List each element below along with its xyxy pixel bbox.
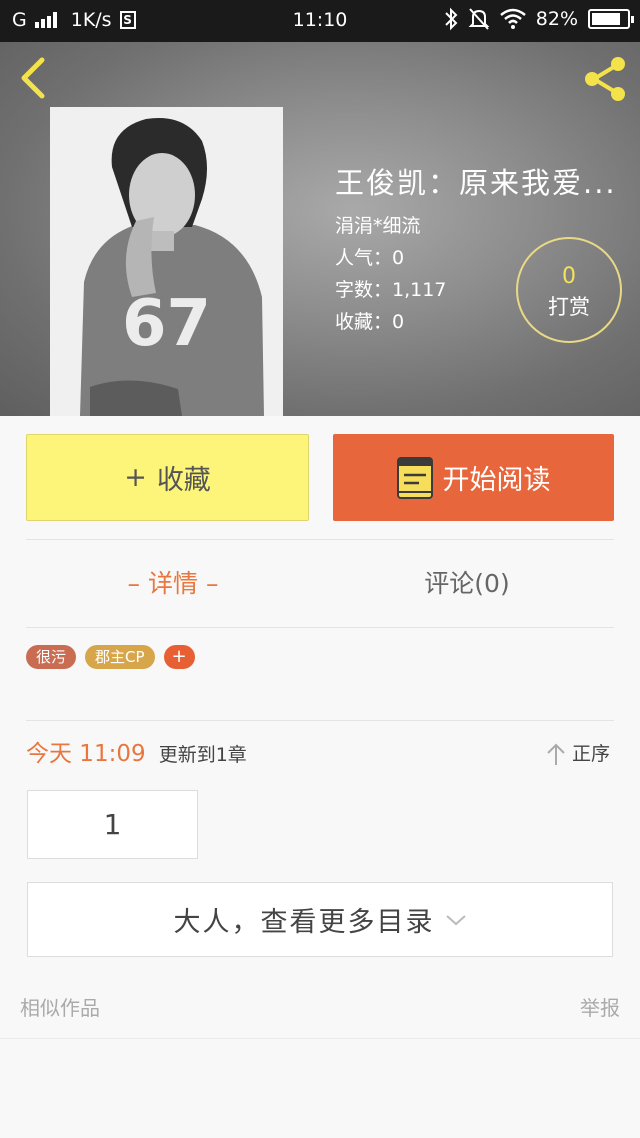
sort-order-button[interactable]: 正序 (546, 738, 610, 770)
reward-label: 打赏 (548, 295, 590, 319)
more-catalog-label: 大人，查看更多目录 (173, 907, 435, 938)
divider (26, 627, 614, 628)
tag-chip[interactable]: 很污 (26, 645, 77, 669)
divider (26, 539, 614, 540)
back-button[interactable] (14, 56, 54, 100)
svg-text:67: 67 (122, 287, 211, 361)
status-bar: G 1K/s S 11:10 82% (0, 0, 640, 42)
tag-list: 很污 郡主CP + (26, 645, 195, 669)
report-link[interactable]: 举报 (580, 992, 620, 1021)
book-title: 王俊凯：原来我爱... (335, 166, 617, 200)
divider (0, 1038, 640, 1039)
book-header: 67 王俊凯：原来我爱... 涓涓*细流 人气：0 字数：1,117 收藏：0 … (0, 42, 640, 416)
battery-icon (588, 9, 634, 29)
arrow-up-icon (547, 743, 565, 765)
update-text: 更新到1章 (158, 744, 247, 766)
bluetooth-icon (445, 7, 458, 31)
start-reading-button[interactable]: 开始阅读 (333, 434, 614, 521)
status-time: 11:10 (292, 9, 348, 31)
chevron-left-icon (21, 57, 45, 99)
reward-count: 0 (562, 264, 576, 289)
sort-order-label: 正序 (571, 743, 610, 765)
plus-icon: + (124, 462, 147, 493)
book-icon (396, 456, 433, 499)
divider (26, 720, 614, 721)
update-time: 今天 11:09 (26, 741, 146, 767)
add-to-favorites-button[interactable]: + 收藏 (26, 434, 309, 521)
tag-chip[interactable]: 郡主CP (85, 645, 155, 669)
update-info: 今天 11:09 更新到1章 正序 (26, 738, 614, 770)
share-icon (585, 57, 625, 101)
start-reading-label: 开始阅读 (442, 465, 551, 496)
reward-button[interactable]: 0 打赏 (516, 237, 622, 343)
share-button[interactable] (580, 54, 630, 104)
more-catalog-button[interactable]: 大人，查看更多目录 (27, 882, 613, 957)
battery-percent: 82% (535, 8, 578, 30)
wifi-icon (499, 8, 526, 29)
tab-detail[interactable]: – 详情 – (26, 560, 320, 608)
chapter-item[interactable]: 1 (27, 790, 198, 859)
add-to-favorites-label: 收藏 (156, 465, 211, 496)
book-cover-image[interactable]: 67 (50, 107, 283, 416)
add-tag-button[interactable]: + (163, 645, 195, 669)
tab-comments[interactable]: 评论(0) (320, 560, 614, 608)
cover-photo: 67 (50, 107, 283, 416)
similar-works-link[interactable]: 相似作品 (20, 992, 100, 1021)
chevron-down-icon (445, 914, 466, 925)
mute-bell-icon (468, 8, 490, 30)
book-author[interactable]: 涓涓*细流 (335, 210, 625, 242)
